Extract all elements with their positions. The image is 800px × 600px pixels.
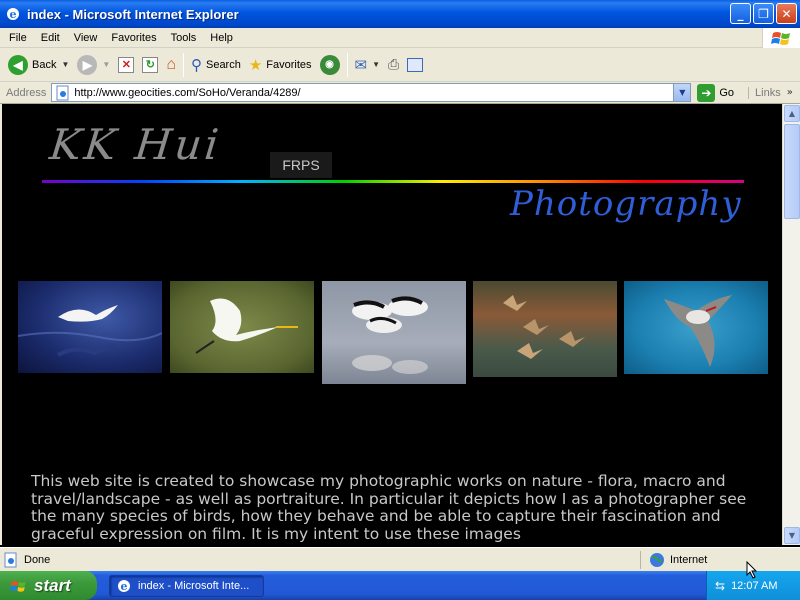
scroll-down-button[interactable]: ▼ [784,527,800,544]
go-button[interactable]: ➔ Go [697,83,735,102]
back-button[interactable]: ◀ Back ▼ [4,52,73,78]
taskbar-item-label: index - Microsoft Inte... [138,579,250,592]
refresh-icon: ↻ [142,56,159,73]
search-button[interactable]: ⚲ Search [187,52,245,78]
intro-paragraph: This web site is created to showcase my … [31,472,747,543]
scroll-thumb[interactable] [784,124,800,219]
maximize-icon: ❐ [758,6,769,21]
menu-help[interactable]: Help [203,32,240,44]
print-icon: ⎙ [388,56,400,72]
page-content: KK Hui FRPS Photography This web site is… [0,104,782,545]
home-icon: ⌂ [166,55,176,73]
menu-edit[interactable]: Edit [34,32,67,44]
close-button[interactable]: ✕ [776,3,797,24]
taskbar: start e index - Microsoft Inte... ⇆ 12:0… [0,571,800,600]
start-button[interactable]: start [0,571,97,600]
mouse-cursor-icon [746,561,758,579]
windows-flag-icon [762,28,800,48]
mail-button[interactable]: ✉ ▼ [351,52,385,78]
start-label: start [34,575,71,595]
scroll-up-button[interactable]: ▲ [784,105,800,122]
back-arrow-icon: ◀ [8,54,28,75]
links-button[interactable]: Links [748,86,781,99]
address-bar: Address http://www.geocities.com/SoHo/Ve… [0,82,800,104]
favorites-star-icon: ★ [248,56,263,74]
forward-button[interactable]: ▶ ▼ [73,52,114,78]
menu-bar: File Edit View Favorites Tools Help [0,28,800,48]
site-logo-name: KK Hui [47,120,224,169]
standard-toolbar: ◀ Back ▼ ▶ ▼ ✕ ↻ ⌂ ⚲ Search ★ Favorites … [0,48,800,82]
mail-dropdown-icon[interactable]: ▼ [372,60,380,69]
internet-explorer-icon: e [7,8,19,21]
address-label: Address [6,86,47,99]
taskbar-item-ie[interactable]: e index - Microsoft Inte... [109,574,264,597]
stop-button[interactable]: ✕ [114,52,138,78]
maximize-button[interactable]: ❐ [753,3,774,24]
status-text: Done [24,553,51,566]
address-dropdown-icon[interactable]: ▼ [673,84,691,101]
forward-dropdown-icon[interactable]: ▼ [102,60,110,69]
go-arrow-icon: ➔ [697,83,716,102]
zone-label: Internet [670,553,708,566]
photo-birds-flock[interactable] [473,281,617,377]
print-button[interactable]: ⎙ [384,52,403,78]
address-url: http://www.geocities.com/SoHo/Veranda/42… [74,86,301,99]
media-icon: ◉ [319,54,340,75]
photo-egret-flight-blue[interactable] [18,281,162,373]
photo-tern-flight[interactable] [624,281,768,374]
photo-avocets[interactable] [322,281,466,384]
links-chevron-icon[interactable]: » [787,87,793,98]
clock: 12:07 AM [731,579,778,592]
window-title: index - Microsoft Internet Explorer [27,6,239,22]
menu-view[interactable]: View [67,32,105,44]
edit-button[interactable] [403,52,427,78]
search-label: Search [205,58,241,71]
network-icon[interactable]: ⇆ [715,579,725,593]
globe-icon [650,552,664,567]
menu-tools[interactable]: Tools [164,32,204,44]
forward-arrow-icon: ▶ [77,54,98,75]
address-input[interactable]: http://www.geocities.com/SoHo/Veranda/42… [51,83,692,102]
status-bar: Done Internet [0,547,800,571]
page-status-icon [4,552,17,567]
site-subtitle: Photography [510,184,742,224]
menu-favorites[interactable]: Favorites [104,32,163,44]
frps-badge: FRPS [270,152,332,178]
go-label: Go [719,86,735,99]
vertical-scrollbar[interactable]: ▲ ▼ [782,104,800,545]
menu-file[interactable]: File [0,32,34,44]
mail-icon: ✉ [354,56,368,74]
security-zone: Internet [640,550,708,569]
close-icon: ✕ [781,6,792,21]
minimize-button[interactable]: _ [730,3,751,24]
back-label: Back [32,58,57,71]
svg-text:e: e [121,580,128,593]
home-button[interactable]: ⌂ [162,52,180,78]
toolbar-separator [182,52,184,77]
internet-explorer-icon: e [118,579,130,593]
page-icon [56,85,69,100]
rainbow-divider [42,180,744,183]
windows-flag-icon [10,580,26,592]
favorites-label: Favorites [266,58,312,71]
toolbar-separator [346,52,348,77]
minimize-icon: _ [737,6,744,21]
svg-text:e: e [10,8,17,21]
stop-icon: ✕ [118,56,135,73]
refresh-button[interactable]: ↻ [138,52,162,78]
favorites-button[interactable]: ★ Favorites [245,52,316,78]
search-icon: ⚲ [190,56,202,74]
photo-egret-flight-green[interactable] [170,281,314,373]
media-button[interactable]: ◉ [316,52,344,78]
title-bar: e index - Microsoft Internet Explorer _ … [0,0,800,28]
back-dropdown-icon[interactable]: ▼ [61,60,69,69]
edit-page-icon [407,57,424,72]
